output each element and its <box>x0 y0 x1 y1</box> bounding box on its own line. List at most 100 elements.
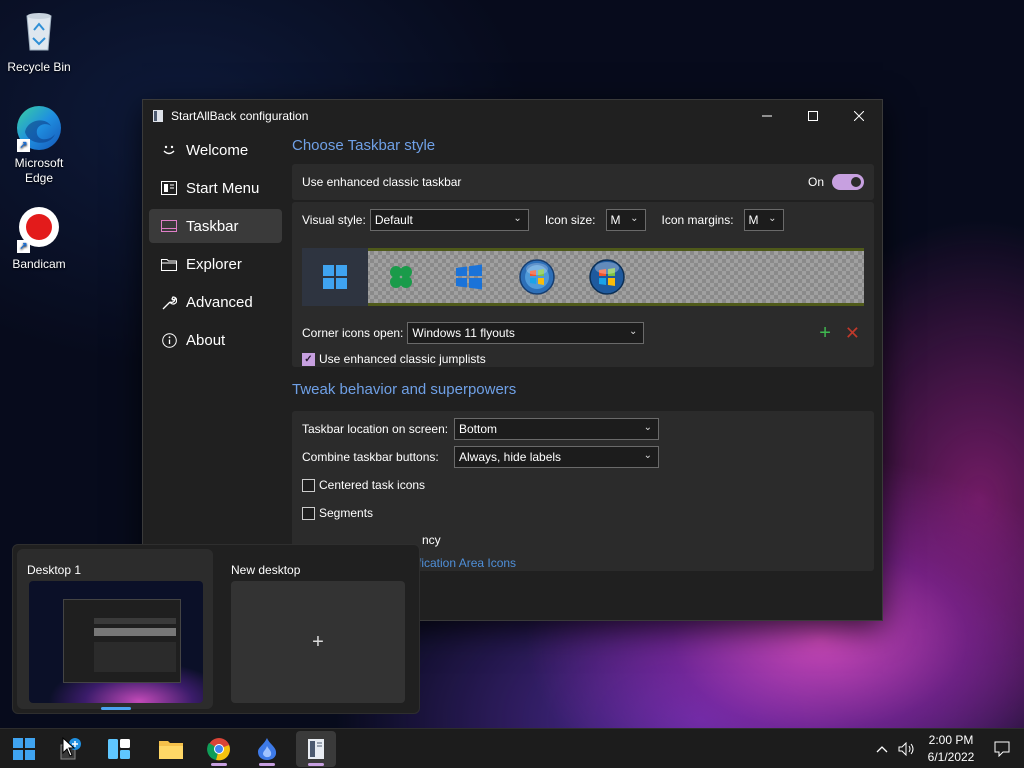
green-flower-icon <box>390 266 412 288</box>
sidebar-item-start-menu[interactable]: Start Menu <box>149 171 282 205</box>
sidebar-item-label: About <box>186 331 226 349</box>
style-option-green[interactable] <box>368 248 434 306</box>
running-indicator <box>259 763 275 766</box>
startallback-app-icon <box>151 109 165 123</box>
remove-icon[interactable]: ✕ <box>845 323 860 344</box>
blue-flame-app-icon <box>258 738 277 760</box>
desktop-icon-label: Recycle Bin <box>7 60 71 74</box>
sidebar-item-label: Start Menu <box>186 179 260 197</box>
maximize-icon <box>808 110 818 121</box>
taskbar-style-panel: Visual style: Default ⌄ Icon size: M ⌄ I… <box>292 202 874 367</box>
combine-value: Always, hide labels <box>459 450 562 464</box>
startallback-taskbar-button[interactable] <box>296 731 336 767</box>
shortcut-arrow-icon: ↗ <box>17 240 30 253</box>
volume-icon <box>898 742 914 756</box>
bandicam-icon: ↗ <box>15 205 63 253</box>
visual-style-value: Default <box>374 213 413 227</box>
location-value: Bottom <box>459 422 498 436</box>
sidebar-item-explorer[interactable]: Explorer <box>149 247 282 281</box>
icon-margins-value: M <box>748 213 759 227</box>
close-icon <box>854 110 864 121</box>
windows-logo-icon <box>13 738 35 760</box>
sidebar-item-label: Advanced <box>186 293 253 311</box>
segments-checkbox[interactable] <box>302 506 315 520</box>
notification-icon <box>994 741 1010 757</box>
title-bar[interactable]: StartAllBack configuration <box>143 100 882 131</box>
centered-icons-label: Centered task icons <box>319 478 426 492</box>
new-desktop-label: New desktop <box>231 563 301 577</box>
startallback-icon <box>308 739 324 759</box>
running-indicator <box>308 763 324 766</box>
desktop-icon-label: Bandicam <box>12 257 66 271</box>
windows-10-logo-icon <box>456 264 482 290</box>
add-icon[interactable]: + <box>819 322 831 345</box>
enhanced-taskbar-toggle[interactable] <box>832 174 864 190</box>
chrome-button[interactable] <box>199 731 239 767</box>
minimize-icon <box>762 115 772 116</box>
enhanced-taskbar-label: Use enhanced classic taskbar <box>302 175 462 189</box>
volume-button[interactable] <box>896 729 918 768</box>
centered-icons-checkbox[interactable] <box>302 478 315 492</box>
notification-icons-link[interactable]: tification Area Icons <box>412 556 516 570</box>
config-window: StartAllBack configuration Welcome Start… <box>142 99 883 621</box>
location-label: Taskbar location on screen: <box>302 422 449 436</box>
new-desktop-tile[interactable]: New desktop + <box>221 549 417 709</box>
running-indicator <box>211 763 227 766</box>
toggle-state-label: On <box>807 175 824 189</box>
icon-size-select[interactable]: M ⌄ <box>605 209 646 231</box>
jumplists-checkbox[interactable]: ✓ <box>302 352 315 366</box>
clock-time: 2:00 PM <box>928 733 974 747</box>
widgets-button[interactable] <box>99 731 139 767</box>
sidebar-item-welcome[interactable]: Welcome <box>149 133 282 167</box>
sidebar-item-label: Explorer <box>186 255 242 273</box>
icon-size-label: Icon size: <box>544 213 596 227</box>
sidebar-item-about[interactable]: About <box>149 323 282 357</box>
desktop-icon-label: Microsoft Edge <box>14 156 64 185</box>
recycle-bin-icon <box>15 8 63 56</box>
taskbar: 2:00 PM 6/1/2022 <box>0 728 1024 768</box>
chevron-down-icon: ⌄ <box>643 422 652 433</box>
desktop-icon-bandicam[interactable]: ↗ Bandicam <box>1 205 77 272</box>
close-button[interactable] <box>836 100 882 131</box>
sidebar-item-advanced[interactable]: Advanced <box>149 285 282 319</box>
folder-icon <box>161 256 177 272</box>
clock[interactable]: 2:00 PM 6/1/2022 <box>920 729 982 768</box>
style-option-win10[interactable] <box>436 248 502 306</box>
corner-icons-label: Corner icons open: <box>302 326 404 340</box>
start-button[interactable] <box>4 731 44 767</box>
visual-style-select[interactable]: Default ⌄ <box>369 209 529 231</box>
enhanced-taskbar-panel: Use enhanced classic taskbar On <box>292 164 874 200</box>
icon-margins-label: Icon margins: <box>661 213 734 227</box>
icon-margins-select[interactable]: M ⌄ <box>743 209 784 231</box>
combine-select[interactable]: Always, hide labels ⌄ <box>454 446 659 468</box>
desktop-icon-recycle-bin[interactable]: Recycle Bin <box>1 8 77 75</box>
style-option-win11[interactable] <box>302 248 368 306</box>
icon-size-value: M <box>610 213 621 227</box>
content-area: Choose Taskbar style Use enhanced classi… <box>292 131 874 571</box>
segments-label: Segments <box>319 506 374 520</box>
section-title-tweak: Tweak behavior and superpowers <box>292 381 517 398</box>
notifications-button[interactable] <box>990 729 1014 768</box>
new-desktop-button[interactable]: + <box>231 581 405 703</box>
chevron-down-icon: ⌄ <box>768 213 777 224</box>
taskbar-icon <box>161 218 177 234</box>
chevron-up-icon <box>876 746 888 753</box>
edge-icon: ↗ <box>15 104 63 152</box>
maximize-button[interactable] <box>790 100 836 131</box>
app-button-flame[interactable] <box>247 731 287 767</box>
style-option-win7[interactable] <box>504 248 570 306</box>
info-icon <box>161 332 177 348</box>
corner-icons-select[interactable]: Windows 11 flyouts ⌄ <box>407 322 645 344</box>
current-desktop-indicator <box>101 707 131 710</box>
widgets-icon <box>108 739 130 759</box>
style-option-vista[interactable] <box>574 248 640 306</box>
show-hidden-icons-button[interactable] <box>872 729 892 768</box>
sidebar-item-taskbar[interactable]: Taskbar <box>149 209 282 243</box>
file-explorer-button[interactable] <box>151 731 191 767</box>
chevron-down-icon: ⌄ <box>643 450 652 461</box>
minimize-button[interactable] <box>744 100 790 131</box>
window-title: StartAllBack configuration <box>171 108 309 123</box>
desktop-icon-edge[interactable]: ↗ Microsoft Edge <box>1 104 77 186</box>
desktop-1-tile[interactable]: Desktop 1 <box>17 549 213 710</box>
location-select[interactable]: Bottom ⌄ <box>454 418 659 440</box>
